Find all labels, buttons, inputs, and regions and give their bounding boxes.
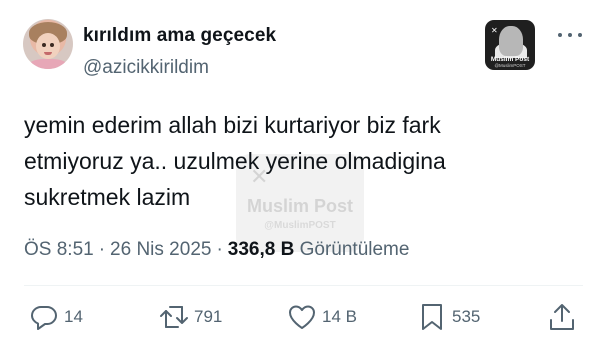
- tweet-time[interactable]: ÖS 8:51: [24, 239, 94, 260]
- reply-button[interactable]: 14: [28, 300, 83, 334]
- more-dot: [568, 33, 572, 37]
- repost-arrows-icon: [160, 306, 188, 328]
- badge-portrait: [499, 26, 523, 56]
- bookmark-button[interactable]: 535: [416, 300, 480, 334]
- divider: [24, 285, 583, 286]
- badge-subtitle: @MuslimPOST: [494, 63, 526, 68]
- speech-bubble-icon: [31, 306, 57, 330]
- avatar-eye-right: [50, 43, 54, 47]
- meta-separator: ·: [216, 239, 223, 260]
- action-bar: 14 791 14 B 535: [0, 300, 609, 334]
- author-display-name[interactable]: kırıldım ama geçecek: [83, 25, 276, 47]
- badge-title: Muslim Post: [490, 56, 530, 63]
- tweet-meta: ÖS 8:51 · 26 Nis 2025 · 336,8 B Görüntüleme: [24, 239, 409, 261]
- meta-separator: ·: [98, 239, 106, 260]
- more-dot: [578, 33, 582, 37]
- bookmark-icon: [422, 304, 442, 330]
- more-horizontal-icon[interactable]: [558, 28, 582, 42]
- views-count: 336,8 B: [227, 239, 295, 260]
- share-icon: [550, 304, 574, 330]
- x-logo-icon: ✕: [491, 26, 498, 35]
- views-label: Görüntüleme: [299, 239, 410, 260]
- watermark-subtitle: @MuslimPOST: [264, 220, 336, 231]
- avatar-face: [36, 33, 60, 59]
- tweet-line: etmiyoruz ya.. uzulmek yerine olmadigina: [24, 148, 446, 174]
- avatar-shirt: [27, 59, 69, 69]
- tweet-line: sukretmek lazim: [24, 184, 191, 210]
- tweet-text: yemin ederim allah bizi kurtariyor biz f…: [24, 107, 544, 215]
- like-button[interactable]: 14 B: [286, 300, 357, 334]
- more-dot: [558, 33, 562, 37]
- like-count: 14 B: [322, 307, 357, 326]
- heart-icon: [289, 305, 315, 329]
- avatar-eye-left: [42, 43, 46, 47]
- avatar[interactable]: [23, 19, 73, 69]
- author-handle[interactable]: @azicikkirildim: [83, 57, 209, 79]
- bookmark-count: 535: [452, 307, 481, 326]
- share-button[interactable]: [546, 300, 578, 334]
- reply-count: 14: [64, 307, 83, 326]
- repost-count: 791: [194, 307, 223, 326]
- tweet-date[interactable]: 26 Nis 2025: [110, 239, 211, 260]
- tweet-line: yemin ederim allah bizi kurtariyor biz f…: [24, 112, 441, 138]
- affiliate-badge[interactable]: ✕ Muslim Post @MuslimPOST: [485, 20, 535, 70]
- repost-button[interactable]: 791: [158, 300, 222, 334]
